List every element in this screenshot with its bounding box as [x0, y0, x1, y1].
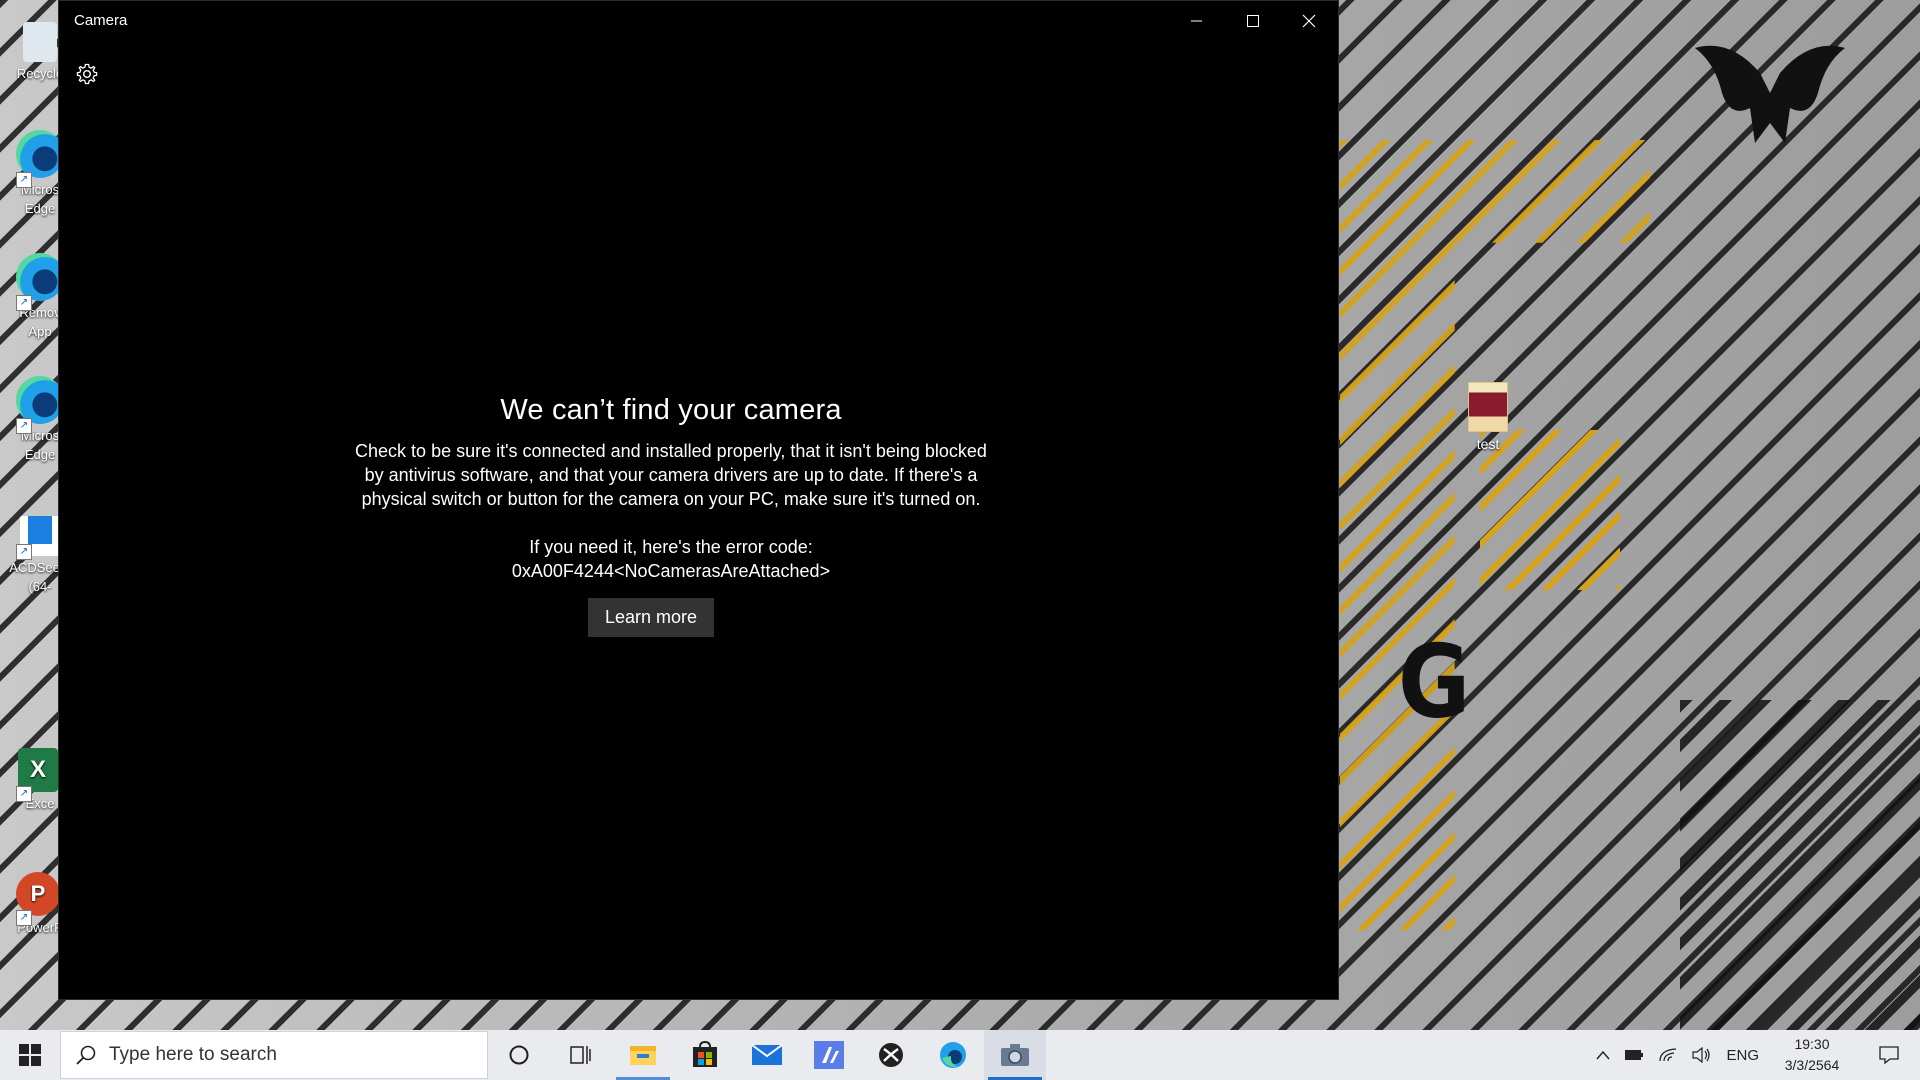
mail-icon — [751, 1044, 783, 1065]
network-button[interactable] — [1651, 1030, 1685, 1080]
error-title: We can’t find your camera — [500, 394, 842, 426]
show-hidden-icons-button[interactable] — [1589, 1030, 1617, 1080]
volume-button[interactable] — [1685, 1030, 1719, 1080]
close-icon — [1302, 14, 1316, 28]
clock-date: 3/3/2564 — [1784, 1057, 1840, 1073]
file-explorer-icon — [630, 1046, 656, 1065]
battery-button[interactable] — [1617, 1030, 1651, 1080]
cortana-button[interactable] — [488, 1030, 550, 1080]
wallpaper-letter: G — [1398, 622, 1471, 741]
clock-time: 19:30 — [1794, 1036, 1830, 1052]
taskbar-file-explorer[interactable] — [612, 1030, 674, 1080]
title-bar[interactable]: Camera — [59, 1, 1338, 41]
shortcut-arrow-icon: ↗ — [16, 172, 32, 188]
error-code-label: If you need it, here's the error code: — [529, 537, 813, 557]
close-button[interactable] — [1281, 1, 1337, 41]
maximize-button[interactable] — [1225, 1, 1281, 41]
learn-more-button[interactable]: Learn more — [587, 598, 715, 637]
taskbar-xbox[interactable] — [860, 1030, 922, 1080]
task-view-icon — [570, 1046, 591, 1064]
tuf-logo — [1695, 45, 1845, 143]
wallpaper-stripes — [1480, 430, 1620, 590]
search-box[interactable]: Type here to search — [60, 1031, 488, 1079]
taskbar-edge[interactable] — [922, 1030, 984, 1080]
camera-window: Camera We can’t find your camera Check t… — [58, 0, 1339, 1000]
shortcut-arrow-icon: ↗ — [16, 910, 32, 926]
desktop-file-test[interactable]: test — [1448, 382, 1528, 452]
battery-icon — [1625, 1050, 1644, 1060]
taskbar-store[interactable] — [674, 1030, 736, 1080]
error-description: Check to be sure it's connected and inst… — [355, 441, 987, 509]
taskbar: Type here to search ENG 19:30 3/3/2564 — [0, 1030, 1920, 1080]
wifi-icon — [1659, 1048, 1677, 1062]
gear-icon — [76, 63, 98, 85]
start-button[interactable] — [0, 1030, 60, 1080]
store-icon — [693, 1041, 717, 1067]
xbox-icon — [879, 1043, 903, 1067]
search-placeholder: Type here to search — [109, 1044, 277, 1065]
maximize-icon — [1247, 15, 1259, 27]
windows-logo-icon — [19, 1044, 41, 1066]
action-center-button[interactable] — [1858, 1030, 1920, 1080]
error-code: 0xA00F4244<NoCamerasAreAttached> — [511, 561, 831, 581]
edge-icon — [940, 1042, 966, 1068]
settings-button[interactable] — [71, 58, 103, 90]
wallpaper-stripes — [1680, 700, 1920, 1030]
system-tray: ENG 19:30 3/3/2564 — [1589, 1030, 1920, 1080]
clock-button[interactable]: 19:30 3/3/2564 — [1766, 1030, 1858, 1080]
minimize-button[interactable] — [1169, 1, 1225, 41]
edge-icon — [16, 253, 64, 301]
search-icon — [76, 1045, 96, 1065]
shortcut-arrow-icon: ↗ — [16, 786, 32, 802]
notification-icon — [1879, 1046, 1899, 1065]
shortcut-arrow-icon: ↗ — [16, 295, 32, 311]
image-file-icon — [1468, 382, 1508, 432]
chevron-up-icon — [1596, 1050, 1611, 1060]
cortana-icon — [509, 1045, 529, 1065]
desktop-file-label: test — [1476, 436, 1500, 452]
edge-icon — [16, 130, 64, 178]
recycle-bin-icon — [23, 22, 57, 62]
desktop-icon-label: Recycle — [16, 66, 64, 81]
taskbar-mail[interactable] — [736, 1030, 798, 1080]
app-a-icon — [814, 1041, 844, 1069]
taskbar-app-a[interactable] — [798, 1030, 860, 1080]
input-language[interactable]: ENG — [1719, 1030, 1766, 1080]
window-title: Camera — [74, 12, 128, 29]
minimize-icon — [1191, 20, 1202, 22]
camera-error-message: We can’t find your camera Check to be su… — [1, 394, 1341, 637]
taskbar-camera[interactable] — [984, 1030, 1046, 1080]
task-view-button[interactable] — [550, 1030, 612, 1080]
camera-icon — [1001, 1044, 1029, 1066]
speaker-icon — [1692, 1047, 1711, 1063]
